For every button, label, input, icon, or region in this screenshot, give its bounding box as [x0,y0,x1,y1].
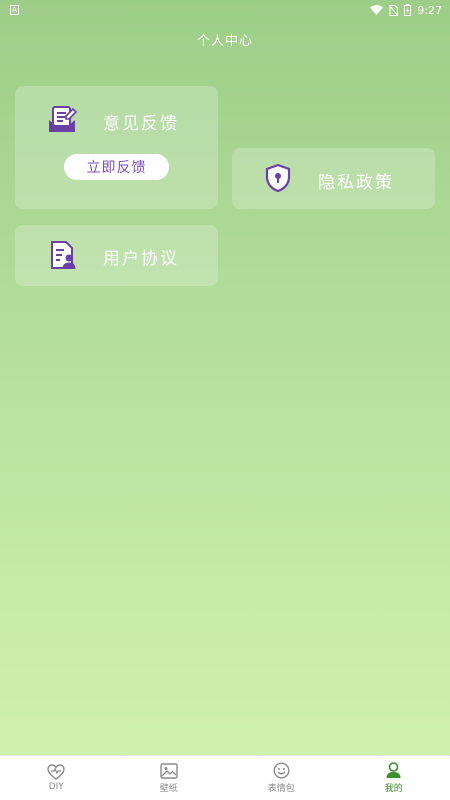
user-agreement-label: 用户协议 [103,249,179,269]
status-right: 9:27 [370,4,442,17]
status-bar: A 9:27 [0,0,450,20]
tab-mine[interactable]: 我的 [338,756,450,800]
status-left: A [10,5,19,15]
notification-badge: A [10,5,19,15]
page-title: 个人中心 [196,34,253,49]
heart-diy-icon [47,764,65,780]
tab-stickers-label: 表情包 [267,784,295,794]
privacy-policy-label: 隐私政策 [318,173,394,193]
no-sim-icon [389,4,399,16]
tab-wallpaper-label: 壁纸 [159,783,178,794]
user-document-icon [51,241,76,269]
image-icon [160,762,178,779]
user-agreement-card[interactable]: 用户协议 [15,225,218,286]
status-time: 9:27 [417,3,442,17]
tab-diy[interactable]: DIY [0,756,113,800]
privacy-policy-card[interactable]: 隐私政策 [232,148,435,209]
feedback-card[interactable]: 意见反馈 立即反馈 [15,86,218,209]
feedback-label: 意见反馈 [103,114,179,134]
smiley-icon [273,762,290,779]
bottom-tab-bar: DIY 壁纸 表情包 我的 [0,755,450,800]
tab-stickers[interactable]: 表情包 [225,756,338,800]
tab-mine-label: 我的 [384,784,403,794]
person-icon [386,762,401,778]
feedback-document-icon [49,106,78,132]
wifi-icon [370,5,384,15]
battery-icon [404,4,412,16]
feedback-now-button[interactable]: 立即反馈 [64,154,169,180]
shield-lock-icon [265,163,291,193]
tab-wallpaper[interactable]: 壁纸 [113,756,226,800]
tab-diy-label: DIY [48,782,64,792]
